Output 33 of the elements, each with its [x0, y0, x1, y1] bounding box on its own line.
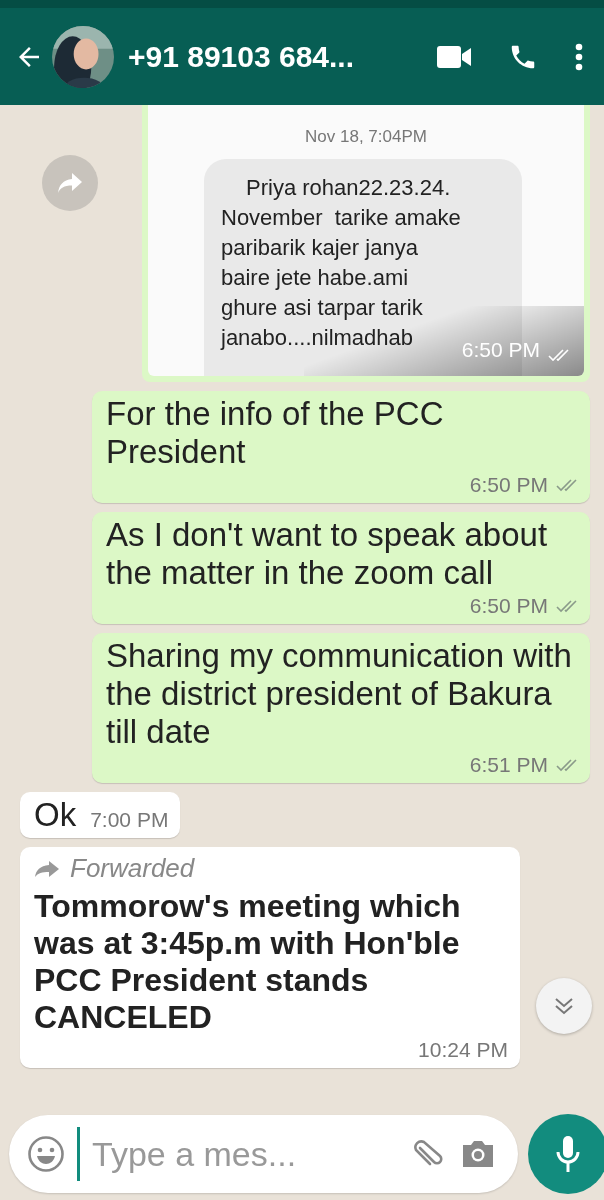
image-message[interactable]: Nov 18, 7:04PM Priya rohan22.23.24. November tarike amake paribarik kajer janya baire jete habe.ami ghure asi tarpar tarik janabo....nilmadhab 6:50 PM [142, 105, 590, 382]
message-time: 6:50 PM [469, 594, 548, 618]
scroll-down-button[interactable] [536, 978, 592, 1034]
sms-text: November tarike amake [221, 204, 461, 232]
sms-text: ghure asi tarpar tarik [221, 294, 423, 322]
share-arrow-icon [57, 172, 83, 194]
forward-arrow-icon [34, 859, 60, 878]
message-field[interactable]: Type a mes... [9, 1115, 518, 1193]
message-text: Tommorow's meeting which was at 3:45p.m with Hon'ble PCC President stands CANCELED [34, 888, 462, 1036]
sms-date: Nov 18, 7:04PM [304, 126, 428, 147]
message-time: 7:00 PM [90, 808, 169, 832]
contact-name[interactable]: +91 89103 684... [128, 39, 430, 74]
message-time: 6:51 PM [469, 753, 548, 777]
message-time: 10:24 PM [418, 1038, 508, 1062]
sms-text: paribarik kajer janya [221, 234, 418, 262]
double-chevron-down-icon [553, 996, 575, 1016]
sms-text: baire jete habe.ami [221, 264, 409, 292]
message-text: Ok [34, 796, 77, 834]
sms-text: Priya rohan22.23.24. [245, 174, 451, 202]
message-text: For the info of the PCC President [106, 395, 445, 471]
message-time: 6:50 PM [461, 338, 540, 362]
message-time: 6:50 PM [469, 473, 548, 497]
message-text: As I don't want to speak about the matter in the zoom call [106, 516, 549, 592]
double-tick-icon [548, 348, 570, 362]
camera-icon[interactable] [460, 1138, 496, 1170]
message-input[interactable]: Type a mes... [92, 1134, 396, 1174]
double-tick-icon [556, 478, 578, 492]
emoji-icon[interactable] [27, 1135, 65, 1173]
double-tick-icon [556, 758, 578, 772]
double-tick-icon [556, 599, 578, 613]
message-text: Sharing my communication with the district president of Bakura till date [106, 637, 573, 751]
sms-text: janabo....nilmadhab [221, 324, 414, 352]
forwarded-label: Forwarded [70, 853, 195, 884]
